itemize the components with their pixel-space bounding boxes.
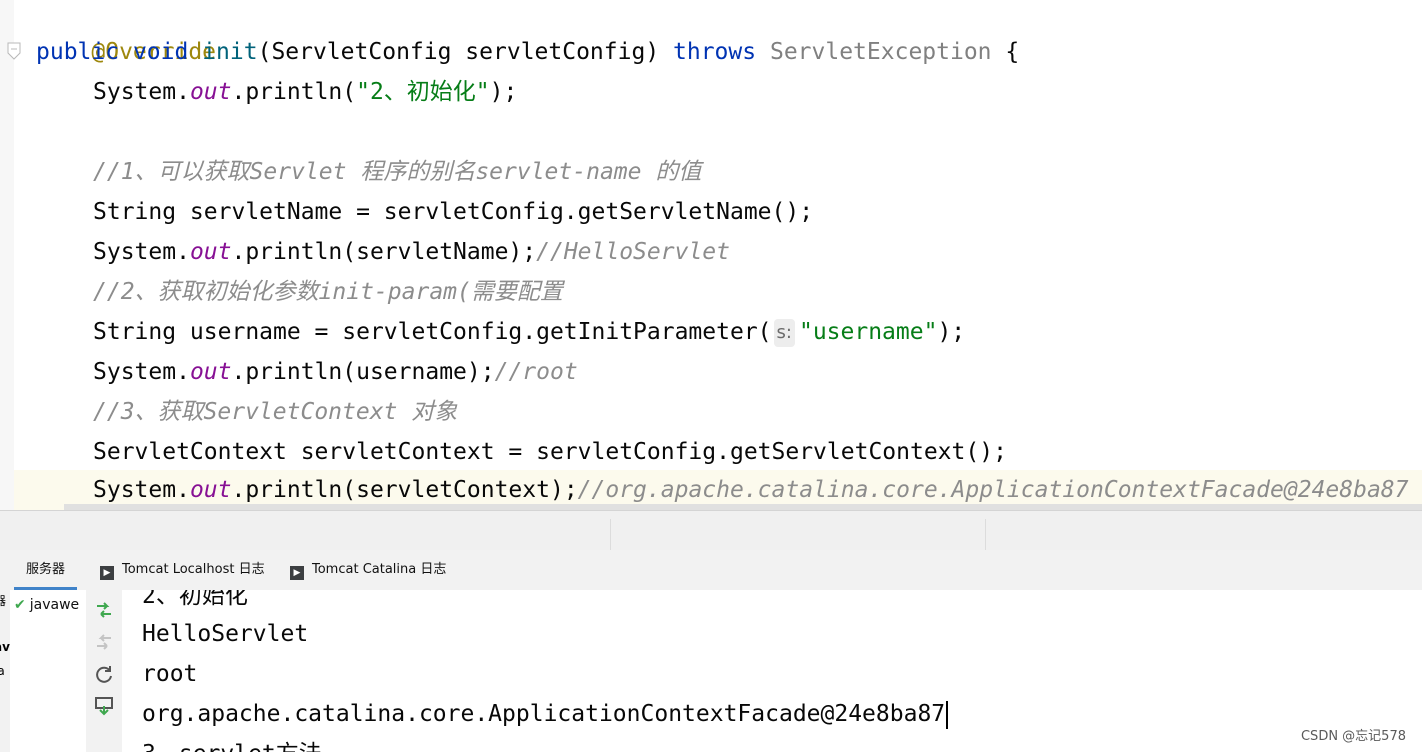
code-text: String servletName = servletConfig.getSe… [93, 199, 814, 225]
watermark: CSDN @忘记578 [1300, 729, 1406, 744]
divider-separator [985, 519, 986, 551]
code-line-username[interactable]: String username = servletConfig.getInitP… [93, 312, 965, 352]
server-tree-item[interactable]: ✔ javawe [14, 594, 79, 616]
code-text: .println(username); [231, 359, 495, 385]
console-line: HelloServlet [142, 621, 309, 647]
clipped-text: av [0, 640, 10, 654]
stop-icon[interactable] [92, 630, 116, 654]
field-out: out [189, 239, 232, 265]
code-text: System. [93, 359, 190, 385]
editor-gutter [0, 0, 14, 510]
console-line: root [142, 661, 198, 687]
field-out: out [189, 359, 232, 385]
comment-text: //org.apache.catalina.core.ApplicationCo… [577, 477, 1409, 503]
deploy-icon[interactable] [92, 694, 116, 718]
tab-label: 服务器 [26, 562, 66, 577]
code-text: System. [93, 477, 190, 503]
clipped-text: ja [0, 664, 5, 678]
log-console-icon: ▶ [290, 566, 304, 580]
code-line-comment-3[interactable]: //3、获取ServletContext 对象 [93, 392, 457, 432]
code-line-print-servlet-name[interactable]: System.out.println(servletName);//HelloS… [93, 232, 730, 272]
tab-tomcat-localhost-log[interactable]: ▶ Tomcat Localhost 日志 [100, 550, 265, 590]
code-line-signature[interactable]: public void init(ServletConfig servletCo… [36, 32, 1019, 72]
code-text: ServletContext servletContext = servletC… [93, 439, 1007, 465]
comment-text: //2、获取初始化参数init-param(需要配置 [93, 279, 563, 305]
code-text: ); [489, 79, 518, 105]
code-text: System. [93, 239, 190, 265]
field-out: out [189, 79, 232, 105]
clipped-text: 器 [0, 594, 7, 608]
rerun-icon[interactable] [92, 598, 116, 622]
code-text: ); [937, 319, 966, 345]
comment-text: //HelloServlet [536, 239, 730, 265]
keyword-public: public [36, 39, 120, 65]
comment-text: //root [494, 359, 578, 385]
comment-text: //1、可以获取Servlet 程序的别名servlet-name 的值 [93, 159, 702, 185]
check-icon: ✔ [14, 597, 26, 613]
log-console-icon: ▶ [100, 566, 114, 580]
console-line-with-caret: org.apache.catalina.core.ApplicationCont… [142, 694, 949, 734]
code-text: System. [93, 79, 190, 105]
tab-label: Tomcat Catalina 日志 [312, 562, 447, 577]
console-line-text: org.apache.catalina.core.ApplicationCont… [142, 701, 946, 727]
keyword-void: void [132, 39, 189, 65]
code-line-print-username[interactable]: System.out.println(username);//root [93, 352, 578, 392]
code-line-annotation[interactable]: @Override [36, 0, 216, 65]
services-tab-bar: 服务器 ▶ Tomcat Localhost 日志 ▶ Tomcat Catalin… [0, 550, 1422, 591]
exception-type: ServletException [769, 39, 992, 65]
code-editor[interactable]: @Override public void init(ServletConfig… [0, 0, 1422, 510]
string-literal: "2、初始化" [356, 79, 490, 105]
code-text: String username = servletConfig.getInitP… [93, 319, 772, 345]
text-caret [946, 700, 949, 729]
divider-separator [610, 519, 611, 551]
string-literal: "username" [798, 319, 938, 345]
refresh-icon[interactable] [92, 662, 116, 686]
field-out: out [189, 477, 232, 503]
tree-item-label: javawe [29, 597, 80, 613]
console-output[interactable]: 2、初始化 HelloServlet root org.apache.catal… [122, 590, 1422, 752]
parameter-hint: s: [773, 318, 795, 347]
open-brace: { [991, 39, 1020, 65]
comment-text: //3、获取ServletContext 对象 [93, 399, 458, 425]
console-line: 3、servlet方法 [142, 734, 322, 752]
server-tree: ✔ javawe [10, 590, 87, 752]
fold-marker-icon[interactable] [6, 42, 22, 60]
params-text: (ServletConfig servletConfig) [257, 39, 674, 65]
keyword-throws: throws [673, 39, 757, 65]
code-line-servlet-name[interactable]: String servletName = servletConfig.getSe… [93, 192, 813, 232]
console-toolbar [86, 590, 123, 752]
code-line-comment-1[interactable]: //1、可以获取Servlet 程序的别名servlet-name 的值 [93, 152, 701, 192]
method-name: init [202, 39, 258, 65]
left-clipped-panel: 器 av ja [0, 590, 10, 752]
panel-divider[interactable] [0, 510, 1422, 551]
tab-label: Tomcat Localhost 日志 [122, 562, 265, 577]
code-text: .println(servletName); [231, 239, 537, 265]
code-line-print-init[interactable]: System.out.println("2、初始化"); [93, 72, 517, 112]
code-line-comment-2[interactable]: //2、获取初始化参数init-param(需要配置 [93, 272, 563, 312]
code-line-servlet-context[interactable]: ServletContext servletContext = servletC… [93, 432, 1007, 472]
code-text: .println(servletContext); [231, 477, 578, 503]
code-text: .println( [231, 79, 357, 105]
console-line: 2、初始化 [142, 590, 248, 609]
tab-server[interactable]: 服务器 [14, 550, 78, 590]
tab-tomcat-catalina-log[interactable]: ▶ Tomcat Catalina 日志 [290, 550, 446, 590]
